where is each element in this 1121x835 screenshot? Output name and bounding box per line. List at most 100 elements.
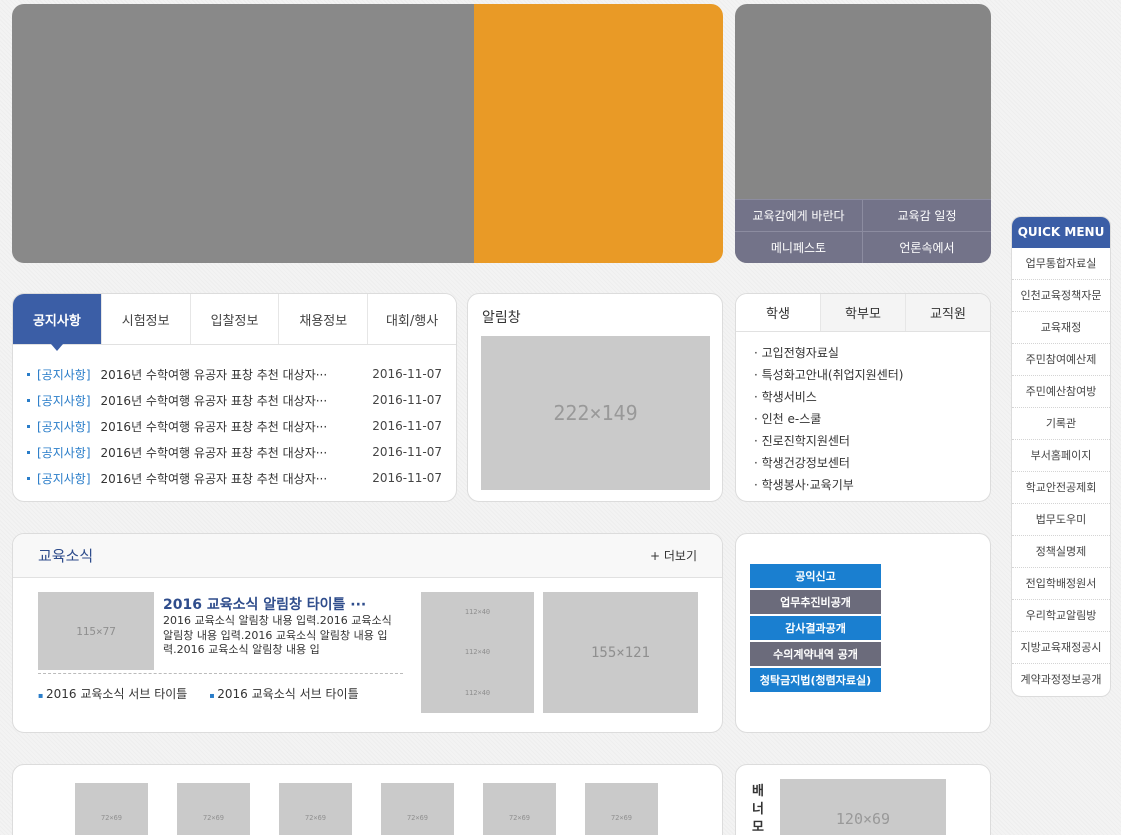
news-sub-link[interactable]: 2016 교육소식 서브 타이틀	[209, 685, 358, 702]
news-thumbnail[interactable]: 115×77	[38, 592, 154, 670]
tab-exam-info[interactable]: 시험정보	[101, 294, 191, 344]
notice-date: 2016-11-07	[372, 445, 442, 459]
quick-menu-item[interactable]: 법무도우미	[1012, 504, 1110, 536]
quick-menu-item[interactable]: 교육재정	[1012, 312, 1110, 344]
notice-title[interactable]: 2016년 수학여행 유공자 표창 추천 대상자···	[101, 366, 365, 383]
image-label: 112×40	[464, 688, 491, 697]
list-item[interactable]: 고입전형자료실	[754, 342, 990, 364]
quick-menu-item[interactable]: 부서홈페이지	[1012, 440, 1110, 472]
tab-bid-info[interactable]: 입찰정보	[190, 294, 280, 344]
alert-window: 알림창 222×149	[467, 293, 723, 502]
notice-board: 공지사항 시험정보 입찰정보 채용정보 대회/행사 [공지사항] 2016년 수학…	[12, 293, 457, 502]
banner-zone-label: 배너모	[752, 784, 764, 835]
private-contracts-button[interactable]: 수의계약내역 공개	[750, 642, 881, 666]
student-links: 고입전형자료실 특성화고안내(취업지원센터) 학생서비스 인천 e-스쿨 진로진…	[736, 332, 990, 496]
bullet-icon	[27, 450, 30, 454]
superintendent-panel: 교육감에게 바란다 교육감 일정 메니페스토 언론속에서	[735, 4, 991, 263]
banner-image-placeholder[interactable]: 120×69	[780, 779, 946, 835]
notice-title[interactable]: 2016년 수학여행 유공자 표창 추천 대상자···	[101, 418, 365, 435]
superintendent-links: 교육감에게 바란다 교육감 일정 메니페스토 언론속에서	[735, 199, 991, 263]
news-header: 교육소식 + 더보기	[13, 534, 722, 578]
list-item[interactable]: [공지사항] 2016년 수학여행 유공자 표창 추천 대상자··· 2016-11…	[27, 361, 442, 387]
news-sub-links: 2016 교육소식 서브 타이틀 2016 교육소식 서브 타이틀	[38, 685, 381, 702]
quick-menu-item[interactable]: 학교안전공제회	[1012, 472, 1110, 504]
business-expense-button[interactable]: 업무추진비공개	[750, 590, 881, 614]
notice-title[interactable]: 2016년 수학여행 유공자 표창 추천 대상자···	[101, 392, 365, 409]
news-small-images[interactable]: 112×40 112×40 112×40	[421, 592, 534, 713]
bullet-icon	[27, 424, 30, 428]
bullet-icon	[27, 372, 30, 376]
user-group-panel: 학생 학부모 교직원 고입전형자료실 특성화고안내(취업지원센터) 학생서비스 …	[735, 293, 991, 502]
public-interest-report-button[interactable]: 공익신고	[750, 564, 881, 588]
list-item[interactable]: 진로진학지원센터	[754, 430, 990, 452]
site-logo-placeholder[interactable]: 72×69	[585, 783, 658, 835]
notice-category: [공지사항]	[37, 471, 91, 486]
quick-menu-item[interactable]: 우리학교알림방	[1012, 600, 1110, 632]
notice-category: [공지사항]	[37, 393, 91, 408]
education-news: 교육소식 + 더보기 115×77 2016 교육소식 알림창 타이틀 ··· …	[12, 533, 723, 733]
list-item[interactable]: 특성화고안내(취업지원센터)	[754, 364, 990, 386]
site-logo-placeholder[interactable]: 72×69	[483, 783, 556, 835]
list-item[interactable]: [공지사항] 2016년 수학여행 유공자 표창 추천 대상자··· 2016-11…	[27, 413, 442, 439]
user-group-tabs: 학생 학부모 교직원	[736, 294, 990, 332]
main-visual-banner[interactable]	[12, 4, 723, 263]
link-superintendent-schedule[interactable]: 교육감 일정	[863, 199, 991, 231]
notice-date: 2016-11-07	[372, 419, 442, 433]
public-disclosure-panel: 공익신고 업무추진비공개 감사결과공개 수의계약내역 공개 청탁금지법(청렴자료…	[735, 533, 991, 733]
site-logo-placeholder[interactable]: 72×69	[75, 783, 148, 835]
quick-menu-item[interactable]: 인천교육정책자문	[1012, 280, 1110, 312]
news-title: 교육소식	[38, 547, 94, 565]
tab-staff[interactable]: 교직원	[906, 294, 990, 331]
tab-students[interactable]: 학생	[736, 294, 821, 331]
list-item[interactable]: 학생봉사·교육기부	[754, 474, 990, 496]
site-logo-placeholder[interactable]: 72×69	[177, 783, 250, 835]
more-link[interactable]: + 더보기	[650, 547, 697, 564]
list-item[interactable]: 학생서비스	[754, 386, 990, 408]
notice-list: [공지사항] 2016년 수학여행 유공자 표창 추천 대상자··· 2016-11…	[13, 345, 456, 491]
link-in-the-press[interactable]: 언론속에서	[863, 231, 991, 263]
notice-title[interactable]: 2016년 수학여행 유공자 표창 추천 대상자···	[101, 444, 365, 461]
alert-image-placeholder[interactable]: 222×149	[481, 336, 710, 490]
quick-menu-item[interactable]: 주민참여예산제	[1012, 344, 1110, 376]
list-item[interactable]: [공지사항] 2016년 수학여행 유공자 표창 추천 대상자··· 2016-11…	[27, 387, 442, 413]
notice-date: 2016-11-07	[372, 471, 442, 485]
image-label: 112×40	[464, 608, 491, 617]
quick-menu-item[interactable]: 지방교육재정공시	[1012, 632, 1110, 664]
tab-notices[interactable]: 공지사항	[13, 294, 102, 351]
notice-category: [공지사항]	[37, 445, 91, 460]
hero-highlight-panel	[474, 4, 723, 263]
list-item[interactable]: 학생건강정보센터	[754, 452, 990, 474]
link-manifesto[interactable]: 메니페스토	[735, 231, 863, 263]
list-item[interactable]: [공지사항] 2016년 수학여행 유공자 표창 추천 대상자··· 2016-11…	[27, 439, 442, 465]
news-large-image[interactable]: 155×121	[543, 592, 698, 713]
quick-menu-item[interactable]: 정책실명제	[1012, 536, 1110, 568]
quick-menu-item[interactable]: 주민예산참여방	[1012, 376, 1110, 408]
tab-events[interactable]: 대회/행사	[368, 294, 456, 344]
news-item-title[interactable]: 2016 교육소식 알림창 타이틀 ···	[163, 594, 403, 614]
tab-recruitment[interactable]: 채용정보	[279, 294, 369, 344]
audit-results-button[interactable]: 감사결과공개	[750, 616, 881, 640]
site-logo-placeholder[interactable]: 72×69	[381, 783, 454, 835]
quick-menu-item[interactable]: 계약과정정보공개	[1012, 664, 1110, 696]
notice-date: 2016-11-07	[372, 393, 442, 407]
anti-graft-law-button[interactable]: 청탁금지법(청렴자료실)	[750, 668, 881, 692]
image-label: 112×40	[464, 648, 491, 657]
quick-menu: QUICK MENU 업무통합자료실 인천교육정책자문 교육재정 주민참여예산제…	[1011, 216, 1111, 697]
quick-menu-item[interactable]: 전입학배정원서	[1012, 568, 1110, 600]
list-item[interactable]: 인천 e-스쿨	[754, 408, 990, 430]
alert-title: 알림창	[482, 310, 521, 326]
list-item[interactable]: [공지사항] 2016년 수학여행 유공자 표창 추천 대상자··· 2016-11…	[27, 465, 442, 491]
news-sub-link[interactable]: 2016 교육소식 서브 타이틀	[38, 685, 187, 702]
site-logo-placeholder[interactable]: 72×69	[279, 783, 352, 835]
hero-image-slot	[12, 4, 474, 263]
notice-category: [공지사항]	[37, 367, 91, 382]
notice-date: 2016-11-07	[372, 367, 442, 381]
notice-title[interactable]: 2016년 수학여행 유공자 표창 추천 대상자···	[101, 470, 365, 487]
bullet-icon	[27, 476, 30, 480]
dotted-divider	[38, 673, 403, 674]
tab-parents[interactable]: 학부모	[821, 294, 906, 331]
link-message-to-superintendent[interactable]: 교육감에게 바란다	[735, 199, 863, 231]
disclosure-buttons: 공익신고 업무추진비공개 감사결과공개 수의계약내역 공개 청탁금지법(청렴자료…	[750, 564, 881, 692]
quick-menu-item[interactable]: 기록관	[1012, 408, 1110, 440]
quick-menu-item[interactable]: 업무통합자료실	[1012, 248, 1110, 280]
